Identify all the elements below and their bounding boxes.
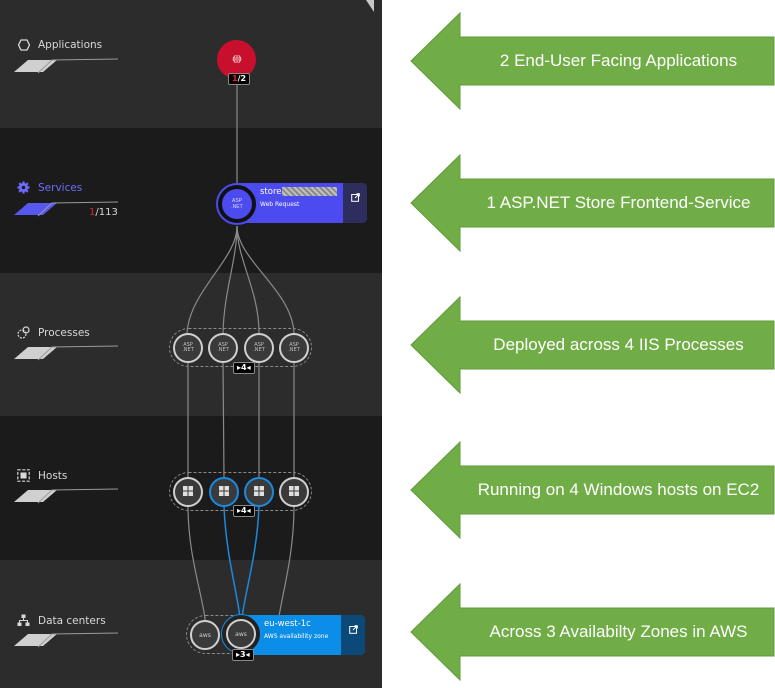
datacenter-count-badge[interactable]: ▸3◂ bbox=[232, 649, 254, 661]
host-node[interactable] bbox=[279, 477, 309, 507]
edge-service-process bbox=[236, 225, 295, 334]
edge-process-host bbox=[222, 361, 225, 479]
annotation-text: 1 ASP.NET Store Frontend-Service bbox=[486, 193, 751, 212]
annotation-arrow: Across 3 Availabilty Zones in AWS bbox=[410, 583, 775, 681]
datacenter-node-highlighted[interactable]: aws bbox=[221, 614, 261, 654]
datacenter-type: AWS availability zone bbox=[264, 633, 329, 640]
layer-hosts[interactable]: Hosts bbox=[17, 469, 67, 482]
layer-label-text: Data centers bbox=[38, 614, 106, 627]
edge-host-datacenter-highlight bbox=[240, 505, 260, 631]
annotation-arrow: Deployed across 4 IIS Processes bbox=[410, 296, 775, 394]
process-label: .NET bbox=[217, 347, 229, 353]
smartscape-panel: Applications 1/2 Services 1/113 store We… bbox=[0, 0, 382, 688]
processes-icon bbox=[17, 326, 30, 339]
layer-services[interactable]: Services bbox=[17, 181, 82, 194]
annotation-text: Across 3 Availabilty Zones in AWS bbox=[489, 622, 748, 641]
open-datacenter-button[interactable] bbox=[341, 615, 365, 655]
host-count-badge[interactable]: ▸4◂ bbox=[233, 505, 255, 517]
host-icon bbox=[17, 469, 30, 482]
aspnet-icon: ASP .NET bbox=[182, 343, 194, 353]
application-count-badge: 1/2 bbox=[228, 73, 251, 85]
edge-service-process bbox=[222, 225, 238, 334]
windows-icon bbox=[219, 486, 229, 498]
windows-icon bbox=[183, 486, 193, 498]
datacenter-name: eu-west-1c bbox=[264, 619, 311, 629]
layer-decoration bbox=[14, 488, 119, 504]
layer-datacenters[interactable]: Data centers bbox=[17, 614, 106, 627]
aspnet-icon: ASP .NET bbox=[217, 343, 229, 353]
services-count: 1/113 bbox=[89, 207, 118, 218]
process-label: .NET bbox=[182, 347, 194, 353]
windows-icon bbox=[254, 486, 264, 498]
process-label: .NET bbox=[288, 347, 300, 353]
service-name: store bbox=[260, 187, 343, 197]
process-node[interactable]: ASP .NET bbox=[244, 333, 274, 363]
layer-label-text: Processes bbox=[38, 326, 90, 339]
aspnet-icon: ASP .NET bbox=[288, 343, 300, 353]
layer-label-text: Applications bbox=[38, 38, 103, 51]
aws-icon: aws bbox=[235, 630, 247, 638]
annotation-arrow: 2 End-User Facing Applications bbox=[410, 12, 775, 110]
redacted-text bbox=[281, 187, 337, 196]
annotation-arrow: Running on 4 Windows hosts on EC2 bbox=[410, 441, 775, 539]
layer-decoration bbox=[14, 345, 119, 361]
edge-host-datacenter bbox=[276, 505, 295, 631]
aspnet-icon: ASP .NET bbox=[222, 189, 252, 219]
process-label: .NET bbox=[253, 347, 265, 353]
external-link-icon bbox=[350, 189, 360, 207]
annotation-text: 2 End-User Facing Applications bbox=[499, 51, 738, 70]
layer-label-text: Services bbox=[38, 181, 83, 194]
edge-host-datacenter-highlight bbox=[223, 505, 242, 631]
service-type: Web Request bbox=[260, 201, 300, 208]
gear-icon bbox=[17, 181, 30, 194]
process-node[interactable]: ASP .NET bbox=[208, 333, 238, 363]
globe-icon bbox=[232, 51, 242, 69]
layer-decoration bbox=[14, 58, 119, 74]
external-link-icon bbox=[348, 621, 358, 639]
annotation-text: Deployed across 4 IIS Processes bbox=[493, 335, 744, 354]
layer-processes[interactable]: Processes bbox=[17, 326, 90, 339]
layer-label-text: Hosts bbox=[38, 469, 68, 482]
windows-icon bbox=[289, 486, 299, 498]
hexagon-icon bbox=[17, 38, 30, 51]
layer-decoration bbox=[14, 632, 119, 648]
datacenter-node[interactable]: aws bbox=[190, 620, 220, 650]
annotation-arrow: 1 ASP.NET Store Frontend-Service bbox=[410, 154, 775, 252]
network-tree-icon bbox=[17, 614, 30, 627]
layer-applications[interactable]: Applications bbox=[17, 38, 102, 51]
process-node[interactable]: ASP .NET bbox=[173, 333, 203, 363]
service-node[interactable]: ASP .NET bbox=[216, 183, 258, 225]
host-node-highlighted[interactable] bbox=[244, 477, 274, 507]
aspnet-icon: ASP .NET bbox=[253, 343, 265, 353]
aws-icon: aws bbox=[199, 631, 211, 639]
host-node[interactable] bbox=[173, 477, 203, 507]
edge-host-datacenter bbox=[187, 505, 207, 631]
open-service-button[interactable] bbox=[343, 183, 367, 223]
host-node-highlighted[interactable] bbox=[209, 477, 239, 507]
process-count-badge[interactable]: ▸4◂ bbox=[233, 362, 255, 374]
process-node[interactable]: ASP .NET bbox=[279, 333, 309, 363]
annotation-text: Running on 4 Windows hosts on EC2 bbox=[477, 480, 760, 499]
